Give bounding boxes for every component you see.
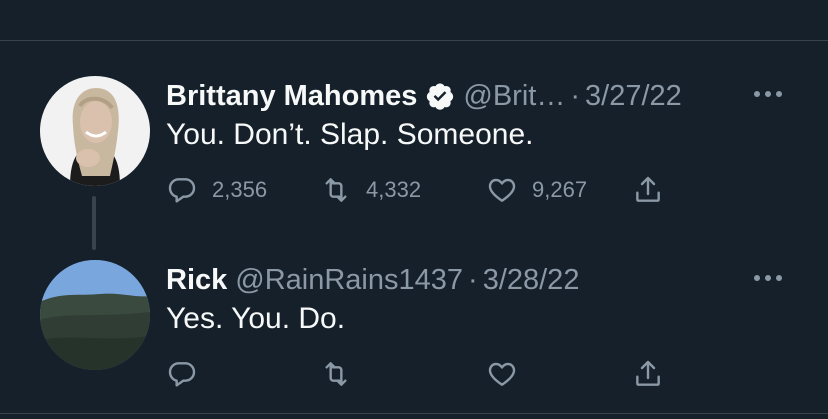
reply-button[interactable] [166,356,198,392]
reply-count: 2,356 [212,177,268,202]
heart-icon [488,178,516,202]
share-button[interactable] [632,356,664,392]
share-button[interactable] [632,172,664,208]
handle[interactable]: @Brit… [463,80,565,113]
retweet-button[interactable]: 4,332 [320,172,421,208]
reply-icon [168,362,196,387]
retweet-icon [325,178,347,202]
retweet-button[interactable] [320,356,352,392]
thread-connector [92,196,96,250]
display-name[interactable]: Brittany Mahomes [166,80,417,113]
tweet-header: Rick @RainRains1437 · 3/28/22 [166,260,579,300]
like-button[interactable]: 9,267 [486,172,587,208]
avatar[interactable] [40,76,150,186]
bottom-divider [0,413,828,414]
display-name[interactable]: Rick [166,264,227,297]
reply-icon [168,178,196,203]
more-icon[interactable] [752,82,784,106]
retweet-icon [325,362,347,386]
share-icon [636,360,660,386]
reply-button[interactable]: 2,356 [166,172,267,208]
retweet-count: 4,332 [366,177,422,202]
avatar[interactable] [40,260,150,370]
tweet-brittany[interactable]: Brittany Mahomes @Brit… · 3/27/22 You. D… [0,72,828,222]
separator-dot: · [468,263,478,296]
share-icon [636,176,660,202]
portrait-avatar-image [40,76,150,186]
like-button[interactable] [486,356,518,392]
tweet-header: Brittany Mahomes @Brit… · 3/27/22 [166,76,682,116]
tweet-text: Yes. You. Do. [166,302,346,335]
tweet-text: You. Don’t. Slap. Someone. [166,118,534,151]
top-divider [0,40,828,41]
action-bar [166,356,706,392]
action-bar: 2,356 4,332 9,267 [166,172,706,208]
more-icon[interactable] [752,266,784,290]
tweet-date[interactable]: 3/28/22 [483,264,580,297]
heart-icon [488,362,516,386]
tweet-date[interactable]: 3/27/22 [585,80,682,113]
handle[interactable]: @RainRains1437 [235,264,463,297]
tweet-rick[interactable]: Rick @RainRains1437 · 3/28/22 Yes. You. … [0,256,828,406]
verified-badge-icon [425,81,455,111]
separator-dot: · [570,79,581,112]
like-count: 9,267 [532,177,588,202]
landscape-avatar-image [40,260,150,370]
